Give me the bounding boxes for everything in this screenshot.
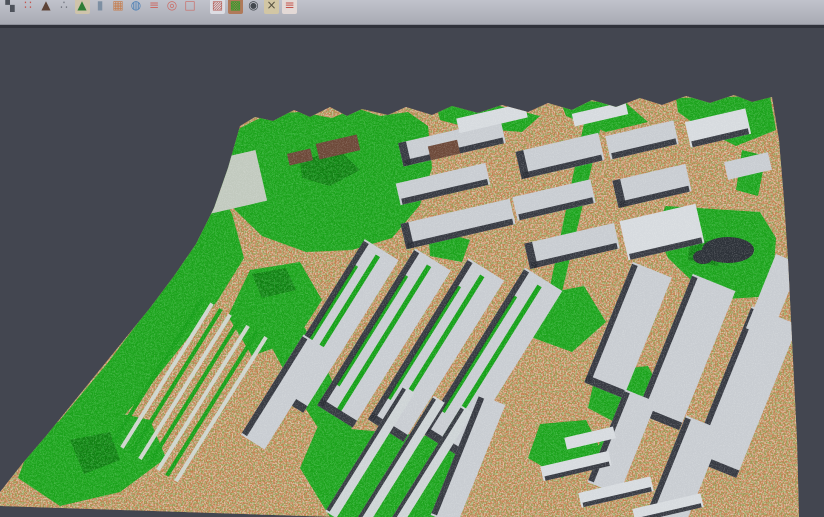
crop-region-icon[interactable]: □ bbox=[183, 0, 198, 14]
sparse-cloud-icon[interactable]: ∴ bbox=[57, 0, 72, 14]
dem-icon[interactable]: ▲ bbox=[75, 0, 90, 14]
point-cloud-canvas bbox=[0, 0, 824, 517]
globe-icon[interactable]: ◍ bbox=[129, 0, 144, 14]
column-icon[interactable]: ▮ bbox=[93, 0, 108, 14]
point-classes-icon[interactable]: ∷ bbox=[21, 0, 36, 14]
select-tool-icon[interactable]: ▚ bbox=[3, 0, 18, 14]
3d-viewport[interactable] bbox=[0, 0, 824, 517]
ring-tool-icon[interactable]: ◎ bbox=[165, 0, 180, 14]
terrain-icon[interactable]: ▲ bbox=[39, 0, 54, 14]
image-marker-icon[interactable]: ▨ bbox=[210, 0, 225, 14]
orthomosaic-icon[interactable]: ▦ bbox=[111, 0, 126, 14]
toolbar: ▚∷▲∴▲▮▦◍≡◎□▨▩◉×≡ bbox=[0, 0, 824, 25]
point-cloud bbox=[0, 90, 824, 517]
map-cut-icon[interactable]: × bbox=[264, 0, 279, 14]
classification-map-icon[interactable]: ▩ bbox=[228, 0, 243, 14]
point-speckle bbox=[0, 90, 824, 517]
camera-icon[interactable]: ◉ bbox=[246, 0, 261, 14]
red-bars-icon[interactable]: ≡ bbox=[282, 0, 297, 14]
red-list-icon[interactable]: ≡ bbox=[147, 0, 162, 14]
